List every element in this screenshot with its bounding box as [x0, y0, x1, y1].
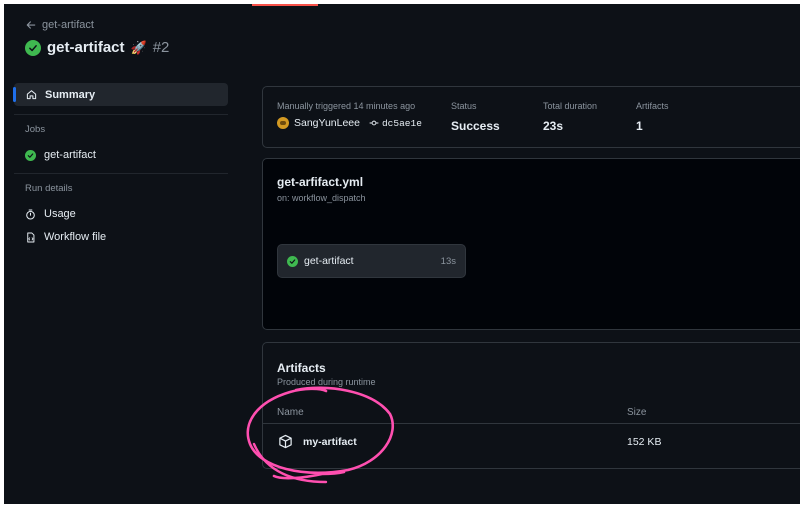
workflow-file-name[interactable]: get-arfifact.yml: [277, 175, 363, 189]
sidebar-item-label: get-artifact: [44, 149, 96, 161]
avatar[interactable]: [277, 117, 289, 129]
commit-link[interactable]: dc5ae1e: [369, 118, 422, 129]
run-number: #2: [152, 39, 170, 56]
job-duration: 13s: [440, 255, 456, 267]
sidebar-item-usage[interactable]: Usage: [14, 204, 228, 224]
trigger-details: SangYunLeee dc5ae1e: [277, 117, 422, 129]
artifacts-table-header: Name Size: [263, 399, 800, 424]
column-header-name: Name: [277, 407, 304, 418]
page-title-row: get-artifact 🚀 #2: [25, 39, 169, 56]
sidebar-divider: [14, 173, 228, 174]
trigger-info: Manually triggered 14 minutes ago SangYu…: [277, 101, 422, 129]
artifacts-count-label: Artifacts: [636, 101, 669, 111]
sidebar-item-label: Usage: [44, 208, 76, 220]
home-icon: [26, 90, 37, 100]
sidebar: Summary Jobs get-artifact Run details Us…: [13, 83, 228, 250]
column-header-size: Size: [627, 407, 647, 418]
workflow-run-page: get-artifact get-artifact 🚀 #2 Summary J…: [4, 4, 800, 504]
workflow-trigger: on: workflow_dispatch: [277, 193, 366, 203]
sidebar-item-workflow-file[interactable]: Workflow file: [14, 227, 228, 247]
duration-info: Total duration 23s: [543, 101, 597, 133]
git-commit-icon: [369, 120, 379, 126]
actor-username[interactable]: SangYunLeee: [294, 117, 360, 129]
back-link-label: get-artifact: [42, 19, 94, 31]
artifacts-title: Artifacts: [277, 361, 326, 375]
package-icon: [279, 434, 292, 449]
table-row: my-artifact 152 KB: [263, 427, 800, 461]
artifact-size: 152 KB: [627, 436, 662, 448]
artifacts-count-info: Artifacts 1: [636, 101, 669, 133]
sidebar-divider: [14, 114, 228, 115]
success-check-icon: [25, 39, 41, 56]
status-label: Status: [451, 101, 477, 111]
artifacts-count-value: 1: [636, 119, 643, 133]
artifact-name-link[interactable]: my-artifact: [303, 436, 357, 448]
top-progress-accent: [252, 4, 318, 6]
sidebar-item-job[interactable]: get-artifact: [14, 145, 228, 165]
arrow-left-icon: [26, 21, 36, 29]
sidebar-item-summary[interactable]: Summary: [13, 83, 228, 106]
duration-label: Total duration: [543, 101, 598, 111]
page-title: get-artifact: [47, 39, 125, 56]
status-info: Status Success: [451, 101, 500, 133]
artifacts-subtitle: Produced during runtime: [277, 377, 376, 387]
job-name: get-artifact: [304, 255, 354, 267]
duration-value: 23s: [543, 119, 564, 133]
success-check-icon: [287, 255, 298, 267]
sidebar-item-label: Workflow file: [44, 231, 107, 243]
stopwatch-icon: [26, 209, 35, 219]
commit-sha: dc5ae1e: [381, 117, 422, 129]
workflow-graph-panel: get-arfifact.yml on: workflow_dispatch g…: [262, 158, 800, 330]
rocket-emoji: 🚀: [130, 39, 147, 55]
run-details-heading: Run details: [25, 183, 73, 194]
back-link[interactable]: get-artifact: [26, 19, 94, 31]
success-check-icon: [25, 149, 36, 161]
run-summary-panel: Manually triggered 14 minutes ago SangYu…: [262, 86, 800, 148]
status-value: Success: [451, 119, 500, 133]
job-card[interactable]: get-artifact 13s: [277, 244, 466, 278]
trigger-label: Manually triggered 14 minutes ago: [277, 101, 416, 111]
jobs-heading: Jobs: [25, 124, 46, 135]
artifacts-panel: Artifacts Produced during runtime Name S…: [262, 342, 800, 469]
file-code-icon: [27, 232, 35, 242]
sidebar-item-label: Summary: [45, 88, 96, 101]
